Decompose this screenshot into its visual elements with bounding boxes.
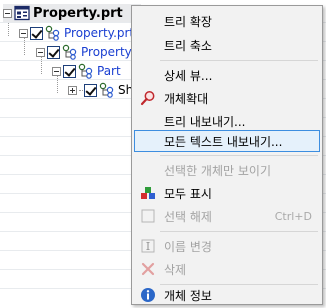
menu-item-zoom-object[interactable]: 개체확대 [134,87,320,109]
expand-icon[interactable] [68,85,77,95]
show-all-icon [141,187,155,199]
menu-item-delete[interactable]: 삭제 [134,258,320,280]
context-menu: 트리 확장 트리 축소 상세 뷰... 개체확대 트리 내보내기... 모든 텍… [131,5,323,305]
visibility-checkbox[interactable] [84,83,97,97]
menu-item-export-all-text[interactable]: 모든 텍스트 내보내기... [134,130,320,152]
menu-item-label: 삭제 [164,262,187,277]
menu-item-label: 선택한 개체만 보이기 [164,163,271,178]
menu-item-label: 모두 표시 [164,186,212,201]
menu-item-label: 선택 해제 [164,209,212,224]
menu-item-show-selected-only[interactable]: 선택한 개체만 보이기 [134,159,320,181]
visibility-checkbox[interactable] [30,26,43,40]
collapse-icon[interactable] [52,66,61,76]
menu-item-label: 트리 내보내기... [164,114,246,129]
collapse-icon[interactable] [3,8,12,18]
menu-item-label: 상세 뷰... [164,68,213,83]
menu-item-collapse-tree[interactable]: 트리 축소 [134,34,320,56]
magnifier-icon [140,91,155,106]
menu-separator [160,284,318,285]
tree-connector [79,89,83,91]
tree-node-label: Property.prt [64,26,135,40]
rename-icon [141,239,155,253]
visibility-checkbox[interactable] [47,45,60,59]
tree-root-label: Property.prt [33,5,123,21]
info-icon [141,288,155,302]
menu-item-export-tree[interactable]: 트리 내보내기... [134,110,320,132]
visibility-checkbox[interactable] [63,64,76,78]
node-tree-icon [62,44,77,60]
node-tree-icon [45,25,60,41]
collapse-icon[interactable] [36,47,45,57]
menu-item-detail-view[interactable]: 상세 뷰... [134,64,320,86]
tree-node-label: Part [97,64,121,78]
assembly-icon [14,5,30,21]
tree-node[interactable]: Property [36,43,132,61]
deselect-icon [141,209,155,223]
menu-item-label: 이름 변경 [164,239,212,254]
menu-item-label: 트리 확장 [164,14,212,29]
menu-item-expand-tree[interactable]: 트리 확장 [134,10,320,32]
menu-item-show-all[interactable]: 모두 표시 [134,182,320,204]
menu-item-label: 트리 축소 [164,38,212,53]
menu-separator [160,60,318,61]
collapse-icon[interactable] [19,28,28,38]
delete-icon [141,262,155,276]
tree-node-label: Property [81,45,132,59]
tree-node[interactable]: Property.prt [19,24,134,42]
menu-item-shortcut: Ctrl+D [274,209,312,223]
node-tree-icon [78,63,93,79]
menu-item-label: 개체확대 [164,91,209,106]
menu-item-deselect[interactable]: 선택 해제 Ctrl+D [134,205,320,227]
menu-separator [160,155,318,156]
menu-item-label: 모든 텍스트 내보내기... [164,134,283,149]
node-tree-icon [99,82,114,98]
menu-item-object-info[interactable]: 개체 정보 [134,286,320,304]
menu-item-rename[interactable]: 이름 변경 [134,235,320,257]
tree-node[interactable]: Part [52,62,121,80]
tree-root-node[interactable]: Property.prt [3,4,141,22]
menu-separator [160,231,318,232]
menu-item-label: 개체 정보 [164,288,212,303]
